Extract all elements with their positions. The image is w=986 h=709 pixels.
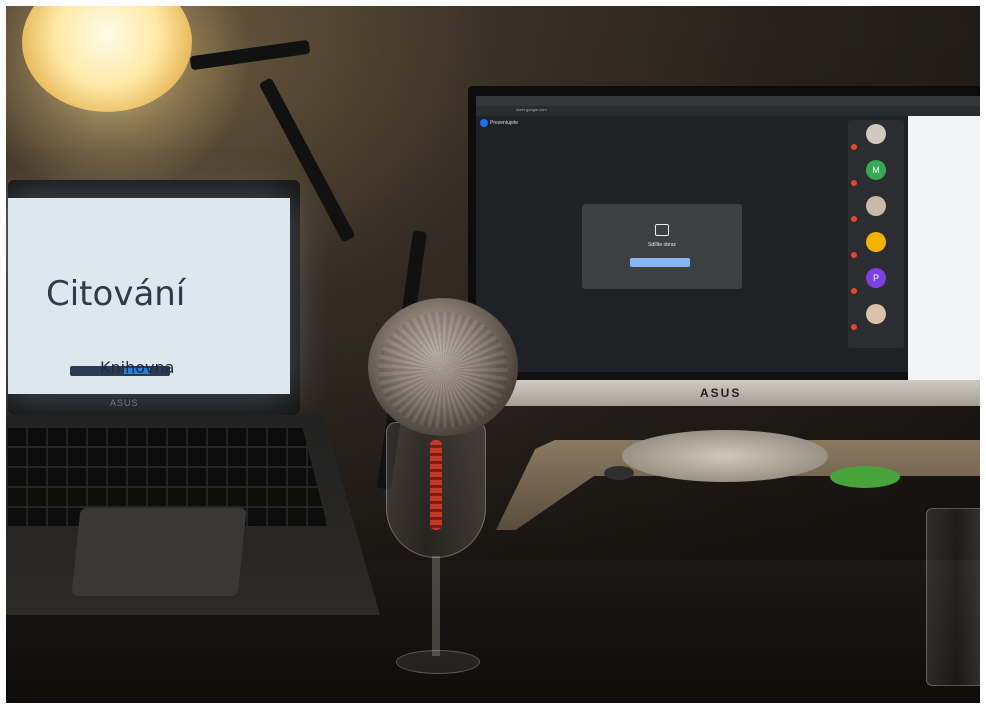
muted-mic-icon — [851, 252, 857, 258]
monitor-brand: ASUS — [700, 386, 742, 400]
slide-title: Citování — [46, 274, 186, 314]
laptop-touchpad — [71, 508, 247, 596]
participant-avatar — [866, 196, 886, 216]
participant-row — [848, 300, 904, 334]
fidget-spinner — [830, 466, 900, 488]
present-screen-icon — [655, 224, 669, 236]
microphone-cable — [430, 440, 442, 530]
muted-mic-icon — [851, 288, 857, 294]
browser-tab-bar — [476, 96, 986, 106]
mouse — [604, 466, 634, 480]
muted-mic-icon — [851, 144, 857, 150]
laptop-screen: Citování Knihovna — [8, 198, 290, 394]
participants-panel: M P — [848, 120, 904, 348]
participant-row: M — [848, 156, 904, 190]
water-glass — [926, 508, 986, 686]
muted-mic-icon — [851, 324, 857, 330]
participant-avatar: P — [866, 268, 886, 288]
participant-row — [848, 228, 904, 262]
participant-row — [848, 120, 904, 154]
photo-scene: Citování Knihovna ASUS meet.google.com P… — [0, 0, 986, 709]
wine-glass-foot — [396, 650, 480, 674]
meet-presenting-icon — [480, 119, 488, 127]
wine-glass-stem — [432, 556, 440, 656]
slide-brand-logo: Knihovna — [100, 358, 175, 377]
browser-url-bar — [476, 106, 986, 116]
participant-avatar — [866, 232, 886, 252]
participant-avatar — [866, 124, 886, 144]
monitor-stand-base — [622, 430, 828, 482]
muted-mic-icon — [851, 180, 857, 186]
participant-row — [848, 192, 904, 226]
screen-share-box: Sdílíte obraz — [582, 204, 742, 289]
stop-sharing-button — [630, 258, 690, 267]
share-label: Sdílíte obraz — [647, 242, 677, 248]
laptop-brand: ASUS — [110, 398, 139, 408]
monitor-screen: meet.google.com Prezentujete Sdílíte obr… — [476, 96, 986, 380]
participant-avatar: M — [866, 160, 886, 180]
muted-mic-icon — [851, 216, 857, 222]
meet-presenting-label: Prezentujete — [490, 120, 519, 126]
url-text: meet.google.com — [516, 107, 547, 112]
chat-side-panel — [908, 116, 986, 380]
windscreen-texture — [378, 312, 508, 428]
participant-row: P — [848, 264, 904, 298]
taskbar — [476, 372, 908, 380]
participant-avatar — [866, 304, 886, 324]
